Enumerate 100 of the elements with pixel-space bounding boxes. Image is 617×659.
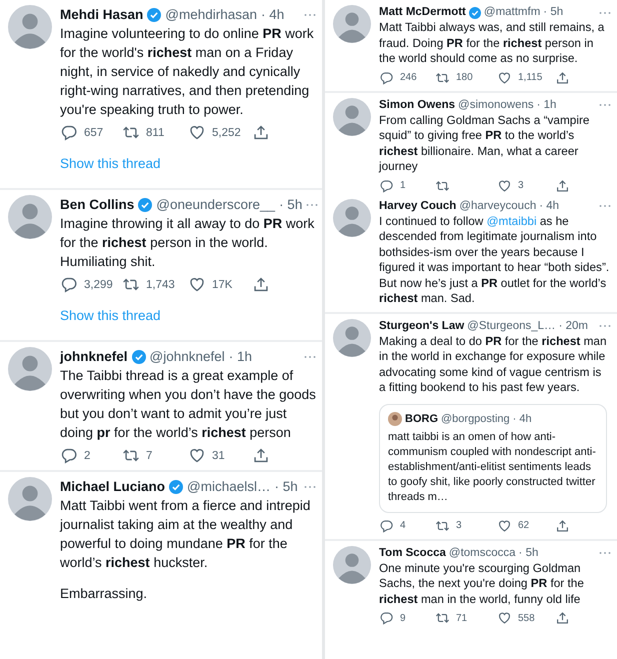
author-handle[interactable]: @simonowens	[458, 98, 534, 112]
author-name[interactable]: Mehdi Hasan	[60, 5, 144, 24]
retweet-icon[interactable]	[435, 611, 450, 625]
more-options-icon[interactable]	[599, 324, 611, 328]
quoted-tweet-text: matt taibbi is an omen of how anti-communism coupled with nondescript anti-establishment/anti-elitist sentiments leads to goofy shit, like poorly constructed twitter threads m…	[388, 430, 597, 504]
author-name[interactable]: Sturgeon's Law	[379, 318, 464, 334]
tweet-text: From calling Goldman Sachs a “vampire squid” to giving free PR to the world’s richest billionaire. Man, what a career journey	[379, 112, 590, 174]
heart-icon[interactable]	[188, 276, 206, 293]
author-name[interactable]: Matt McDermott	[379, 5, 466, 20]
author-name[interactable]: Harvey Couch	[379, 198, 456, 214]
retweet-icon[interactable]	[435, 518, 450, 532]
reply-icon[interactable]	[60, 447, 78, 464]
reply-icon[interactable]	[379, 178, 394, 192]
author-name[interactable]: Ben Collins	[60, 195, 134, 214]
share-icon[interactable]	[252, 447, 270, 464]
tweet-text: Embarrassing.	[60, 585, 148, 603]
retweet-icon[interactable]	[122, 447, 140, 464]
like-count: 3	[518, 180, 524, 191]
author-handle: @borgposting	[441, 412, 510, 424]
like-count: 62	[518, 520, 530, 531]
heart-icon[interactable]	[188, 447, 206, 464]
avatar-silhouette[interactable]	[333, 546, 371, 584]
author-handle[interactable]: @mehdirhasan	[165, 5, 258, 24]
more-options-icon[interactable]	[599, 551, 611, 555]
tweet-time[interactable]: · 5h	[543, 5, 564, 20]
share-icon[interactable]	[555, 611, 570, 625]
like-count: 1,115	[518, 72, 542, 83]
heart-icon[interactable]	[497, 611, 512, 625]
tweet-time[interactable]: · 4h	[261, 5, 284, 24]
tweet-time[interactable]: · 1h	[536, 98, 556, 112]
tweet-text: Imagine volunteering to do online PR work for the world's richest man on a Friday night, in service of nakedly and cynically right-wing narratives, and then pretending you're speaking truth to power.	[60, 25, 315, 119]
share-icon[interactable]	[252, 276, 270, 293]
reply-count: 1	[400, 180, 406, 191]
retweet-icon[interactable]	[122, 276, 140, 293]
retweet-count: 811	[146, 126, 164, 138]
retweet-icon[interactable]	[122, 124, 140, 141]
tweet-text: One minute you're scourging Goldman Sachs, the next you're doing PR for the richest man in the world, funny old life	[379, 560, 585, 607]
retweet-icon[interactable]	[435, 70, 450, 84]
author-handle[interactable]: @mattmfm	[484, 5, 540, 20]
heart-icon[interactable]	[497, 178, 512, 192]
reply-icon[interactable]	[379, 518, 394, 532]
more-options-icon[interactable]	[599, 10, 611, 14]
author-handle[interactable]: @michaelsl…	[187, 477, 271, 496]
reply-count: 9	[400, 612, 406, 624]
share-icon[interactable]	[555, 178, 570, 192]
tweet-text: Imagine throwing it all away to do PR work for the richest person in the world. Humiliating shit.	[60, 215, 316, 271]
author-handle[interactable]: @harveycouch	[459, 198, 536, 214]
retweet-count: 1,743	[146, 278, 175, 290]
tweet-time[interactable]: · 5h	[518, 546, 538, 560]
more-options-icon[interactable]	[304, 354, 316, 358]
author-handle[interactable]: @tomscocca	[448, 546, 516, 560]
reply-icon[interactable]	[379, 70, 394, 84]
tweet-text: Matt Taibbi went from a fierce and intrepid journalist taking aim at the wealthy and powerful to doing mundane PR for the world’s richest huckster.	[60, 497, 312, 572]
like-count: 5,252	[212, 126, 241, 138]
like-count: 31	[212, 450, 225, 462]
reply-icon[interactable]	[379, 611, 394, 625]
avatar-silhouette[interactable]	[8, 347, 52, 391]
avatar-silhouette[interactable]	[333, 98, 371, 136]
share-icon[interactable]	[252, 124, 270, 141]
avatar-silhouette[interactable]	[8, 5, 52, 49]
share-icon[interactable]	[555, 518, 570, 532]
heart-icon[interactable]	[188, 124, 206, 141]
author-name[interactable]: johnknefel	[60, 347, 128, 366]
avatar-silhouette[interactable]	[333, 5, 371, 43]
avatar-silhouette[interactable]	[8, 195, 52, 239]
tweet-time[interactable]: · 5h	[279, 195, 302, 214]
author-name[interactable]: Michael Luciano	[60, 477, 166, 496]
tweet-text: I continued to follow @mtaibbi as he descended from legitimate journalism into bothsides-ism over the years because I figured it was important to hear “both sides”. But now he’s just a PR outlet for the world’s richest man. Sad.	[379, 214, 610, 306]
retweet-count: 3	[456, 520, 462, 531]
author-handle[interactable]: @oneunderscore__	[156, 195, 276, 214]
more-options-icon[interactable]	[304, 484, 316, 488]
more-options-icon[interactable]	[599, 204, 611, 208]
avatar-silhouette	[388, 412, 402, 426]
author-handle[interactable]: @johnknefel	[150, 347, 225, 366]
reply-icon[interactable]	[60, 124, 78, 141]
like-count: 17K	[212, 278, 232, 290]
reply-count: 3,299	[84, 278, 113, 290]
avatar-silhouette[interactable]	[333, 318, 371, 356]
more-options-icon[interactable]	[306, 202, 318, 206]
quoted-tweet-card[interactable]: BORG @borgposting · 4h matt taibbi is an omen of how anti-communism coupled with nondescript anti-establishment/anti-elitist sentiments leads to goofy shit, like poorly constructed twitter threads m…	[379, 404, 607, 512]
retweet-count: 180	[456, 72, 473, 83]
author-handle[interactable]: @Sturgeons_L…	[467, 318, 556, 334]
tweet-time[interactable]: · 4h	[539, 198, 560, 214]
more-options-icon[interactable]	[304, 12, 316, 16]
more-options-icon[interactable]	[599, 103, 611, 107]
share-icon[interactable]	[555, 70, 570, 84]
author-name[interactable]: Simon Owens	[379, 98, 456, 112]
retweet-icon[interactable]	[435, 178, 450, 192]
heart-icon[interactable]	[497, 70, 512, 84]
tweet-time[interactable]: · 1h	[228, 347, 252, 366]
tweet-time[interactable]: · 5h	[274, 477, 298, 496]
tweet-text: Making a deal to do PR for the richest man in the world in exchange for exposure while advocating some kind of vague centrism is a fitting bookend to his past few years.	[379, 334, 608, 396]
heart-icon[interactable]	[497, 518, 512, 532]
avatar-silhouette[interactable]	[8, 477, 52, 521]
tweet-time[interactable]: · 20m	[558, 318, 588, 334]
author-name[interactable]: Tom Scocca	[379, 546, 446, 560]
reply-count: 657	[84, 126, 104, 138]
avatar-silhouette[interactable]	[333, 198, 371, 236]
reply-count: 4	[400, 520, 406, 531]
reply-icon[interactable]	[60, 276, 78, 293]
